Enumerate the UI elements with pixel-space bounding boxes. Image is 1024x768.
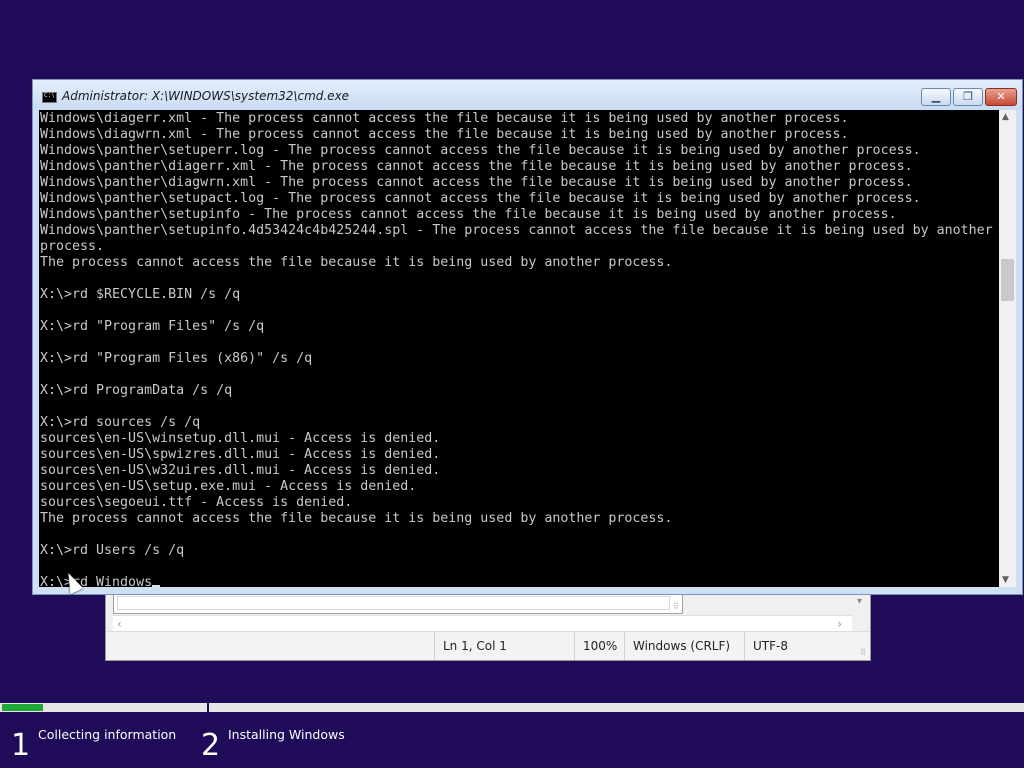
text-cursor: [152, 585, 161, 587]
progress-step1-track: [0, 703, 207, 712]
status-cursor-position: Ln 1, Col 1: [434, 632, 574, 660]
scrollbar-thumb[interactable]: [1001, 259, 1014, 301]
console-line: Windows\panther\setupinfo - The process …: [40, 207, 897, 222]
console-current-input[interactable]: X:\>rd Windows: [40, 575, 152, 587]
console-line: sources\en-US\winsetup.dll.mui - Access …: [40, 431, 441, 446]
console-line: X:\>rd $RECYCLE.BIN /s /q: [40, 287, 241, 302]
console-line: sources\en-US\w32uires.dll.mui - Access …: [40, 463, 441, 478]
cmd-window-title: Administrator: X:\WINDOWS\system32\cmd.e…: [62, 89, 350, 103]
console-line: Windows\diagerr.xml - The process cannot…: [40, 111, 849, 126]
console-line: Windows\diagwrn.xml - The process cannot…: [40, 127, 849, 142]
window-controls: ▁ ❐ ✕: [921, 88, 1017, 106]
cmd-window: Administrator: X:\WINDOWS\system32\cmd.e…: [32, 79, 1023, 595]
console-line: X:\>rd Users /s /q: [40, 543, 185, 558]
status-line-ending: Windows (CRLF): [624, 632, 744, 660]
notepad-inner-field[interactable]: [117, 596, 670, 610]
notepad-text-area[interactable]: ⠿: [113, 592, 683, 614]
horizontal-scrollbar[interactable]: ‹ ›: [113, 615, 852, 632]
resize-grip-icon[interactable]: ⠿: [673, 603, 679, 611]
status-resize-grip-icon[interactable]: ⠿: [860, 648, 866, 657]
step-number: 1: [11, 728, 31, 763]
console-line: Windows\panther\diagerr.xml - The proces…: [40, 159, 913, 174]
console-input-line[interactable]: X:\>rd Windows: [40, 575, 995, 587]
console-line: process.: [40, 239, 105, 254]
console-line: X:\>rd sources /s /q: [40, 415, 201, 430]
minimize-button[interactable]: ▁: [921, 88, 951, 106]
console-line: Windows\panther\setupinfo.4d53424c4b4252…: [40, 223, 993, 238]
scroll-down-icon[interactable]: ▾: [857, 596, 862, 607]
scroll-up-icon[interactable]: ▲: [1002, 112, 1009, 122]
step-label: Collecting information: [38, 727, 177, 742]
status-zoom: 100%: [574, 632, 624, 660]
step-label: Installing Windows: [228, 727, 345, 742]
scroll-right-icon[interactable]: ›: [837, 616, 842, 632]
maximize-icon: ❐: [963, 90, 973, 103]
cmd-app-icon[interactable]: [42, 92, 57, 103]
close-icon: ✕: [996, 90, 1006, 103]
setup-progress-bar: [0, 702, 1024, 713]
status-encoding: UTF-8: [744, 632, 854, 660]
close-button[interactable]: ✕: [985, 88, 1017, 106]
scroll-left-icon[interactable]: ‹: [117, 616, 122, 632]
progress-fill: [2, 704, 43, 711]
minimize-icon: ▁: [931, 90, 941, 103]
cmd-titlebar[interactable]: Administrator: X:\WINDOWS\system32\cmd.e…: [33, 80, 1022, 110]
console-line: sources\en-US\spwizres.dll.mui - Access …: [40, 447, 441, 462]
maximize-button[interactable]: ❐: [953, 88, 983, 106]
console-line: X:\>rd ProgramData /s /q: [40, 383, 233, 398]
console-line: Windows\panther\setupact.log - The proce…: [40, 191, 921, 206]
notepad-status-bar: Ln 1, Col 1 100% Windows (CRLF) UTF-8 ⠿: [106, 631, 870, 660]
console-line: Windows\panther\setuperr.log - The proce…: [40, 143, 921, 158]
console-line: sources\en-US\setup.exe.mui - Access is …: [40, 479, 417, 494]
step-number: 2: [201, 728, 221, 763]
console-line: sources\segoeui.ttf - Access is denied.: [40, 495, 353, 510]
console-line: X:\>rd "Program Files (x86)" /s /q: [40, 351, 313, 366]
cmd-console-area[interactable]: Windows\diagerr.xml - The process cannot…: [39, 110, 1016, 587]
console-line: The process cannot access the file becau…: [40, 255, 673, 270]
vertical-scrollbar[interactable]: ▲ ▼: [999, 110, 1016, 587]
console-line: Windows\panther\diagwrn.xml - The proces…: [40, 175, 913, 190]
scroll-down-icon[interactable]: ▼: [1002, 575, 1009, 585]
console-line: The process cannot access the file becau…: [40, 511, 673, 526]
progress-divider: [207, 702, 209, 713]
console-line: X:\>rd "Program Files" /s /q: [40, 319, 265, 334]
console-output[interactable]: Windows\diagerr.xml - The process cannot…: [39, 110, 995, 587]
notepad-window: ⠿ ▾ ‹ › Ln 1, Col 1 100% Windows (CRLF) …: [105, 585, 871, 661]
